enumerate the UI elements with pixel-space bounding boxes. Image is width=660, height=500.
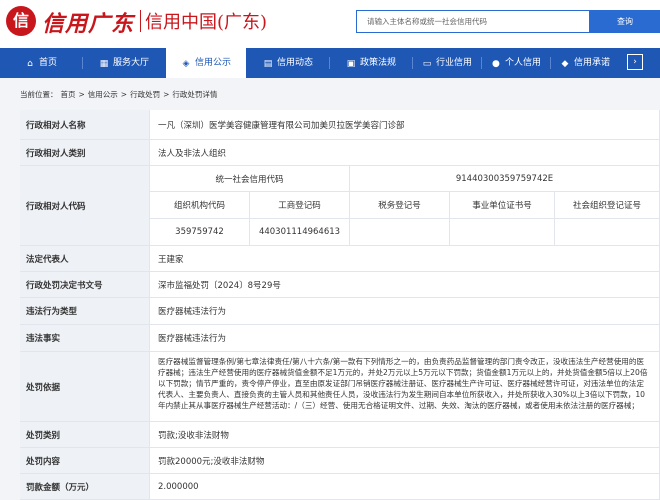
nav-item-label: 首页 [38, 58, 57, 68]
violation-type-value: 医疗器械违法行为 [150, 298, 660, 325]
code-value-business: 440301114964613 [250, 219, 350, 246]
code-header-business: 工商登记码 [250, 192, 350, 219]
nav-item-personal-credit[interactable]: ● 个人信用 [482, 48, 550, 78]
party-code-label: 行政相对人代码 [20, 166, 150, 246]
code-header-social-org: 社会组织登记证号 [555, 192, 660, 219]
megaphone-icon: ◈ [182, 59, 190, 69]
party-type-label: 行政相对人类别 [20, 140, 150, 166]
fine-amount-label: 罚款金额（万元） [20, 474, 150, 500]
breadcrumb-separator: > [120, 90, 128, 99]
nav-item-label: 个人信用 [504, 58, 541, 68]
nav-item-label: 服务大厅 [112, 58, 149, 68]
fine-amount-value: 2.000000 [150, 474, 660, 500]
penalty-basis-label: 处罚依据 [20, 352, 150, 422]
nav-item-label: 行业信用 [435, 58, 472, 68]
uscc-label: 统一社会信用代码 [150, 166, 350, 192]
nav-item-label: 信用承诺 [573, 58, 610, 68]
breadcrumb-item-penalty[interactable]: 行政处罚 [130, 90, 160, 99]
nav-item-home[interactable]: ⌂ 首页 [0, 48, 82, 78]
code-header-org: 组织机构代码 [150, 192, 250, 219]
logo-icon[interactable]: 信 [6, 6, 36, 36]
penalty-detail-table: 行政相对人名称 一凡（深圳）医学美容健康管理有限公司加美贝拉医学美容门诊部 行政… [20, 110, 660, 500]
nav-item-credit-publicity[interactable]: ◈ 信用公示 [166, 48, 246, 78]
document-icon: ▤ [263, 59, 273, 69]
code-value-org: 359759742 [150, 219, 250, 246]
penalty-type-value: 罚款;没收非法财物 [150, 422, 660, 448]
penalty-content-value: 罚款20000元;没收非法财物 [150, 448, 660, 474]
nav-item-industry-credit[interactable]: ▭ 行业信用 [413, 48, 481, 78]
penalty-basis-value: 医疗器械监督管理条例/第七章法律责任/第八十六条/第一款有下列情形之一的，由负责… [150, 352, 660, 422]
penalty-type-label: 处罚类别 [20, 422, 150, 448]
code-header-tax: 税务登记号 [350, 192, 450, 219]
code-header-institution: 事业单位证书号 [450, 192, 555, 219]
doc-number-label: 行政处罚决定书文号 [20, 272, 150, 298]
site-title[interactable]: 信用中国(广东) [145, 8, 267, 34]
legal-rep-value: 王建家 [150, 246, 660, 272]
nav-item-credit-news[interactable]: ▤ 信用动态 [247, 48, 329, 78]
doc-number-value: 深市监福处罚〔2024〕8号29号 [150, 272, 660, 298]
breadcrumb-item-publicity[interactable]: 信用公示 [88, 90, 118, 99]
breadcrumb-separator: > [78, 90, 85, 99]
book-icon: ▣ [346, 59, 356, 69]
home-icon: ⌂ [27, 59, 33, 69]
shield-icon: ◆ [561, 59, 569, 69]
main-nav: ⌂ 首页 ▦ 服务大厅 ◈ 信用公示 ▤ 信用动态 ▣ 政策法规 ▭ 行业信用 ● 个人信用 … [0, 48, 660, 78]
nav-item-label: 政策法规 [359, 58, 396, 68]
party-name-label: 行政相对人名称 [20, 110, 150, 140]
nav-item-label: 信用动态 [276, 58, 313, 68]
computer-icon: ▭ [422, 59, 432, 69]
nav-item-credit-commitment[interactable]: ◆ 信用承诺 [551, 48, 619, 78]
breadcrumb: 当前位置： 首页 > 信用公示 > 行政处罚 > 行政处罚详情 [20, 88, 220, 102]
party-name-value: 一凡（深圳）医学美容健康管理有限公司加美贝拉医学美容门诊部 [150, 110, 660, 140]
penalty-content-label: 处罚内容 [20, 448, 150, 474]
code-value-tax [350, 219, 450, 246]
chevron-right-icon[interactable]: › [627, 54, 643, 70]
violation-fact-value: 医疗器械违法行为 [150, 325, 660, 352]
legal-rep-label: 法定代表人 [20, 246, 150, 272]
breadcrumb-prefix: 当前位置： [20, 90, 58, 99]
violation-type-label: 违法行为类型 [20, 298, 150, 325]
site-header: 信 信用广东 信用中国(广东) 请输入主体名称或统一社会信用代码 查询 [0, 0, 660, 48]
party-type-value: 法人及非法人组织 [150, 140, 660, 166]
grid-icon: ▦ [99, 59, 109, 69]
code-value-social-org [555, 219, 660, 246]
breadcrumb-item-current: 行政处罚详情 [172, 90, 218, 99]
logo-script-text[interactable]: 信用广东 [42, 6, 134, 38]
logo-divider [140, 10, 141, 32]
violation-fact-label: 违法事实 [20, 325, 150, 352]
uscc-value: 91440300359759742E [350, 166, 660, 192]
code-value-institution [450, 219, 555, 246]
nav-item-service-hall[interactable]: ▦ 服务大厅 [83, 48, 165, 78]
search-button[interactable]: 查询 [590, 10, 660, 33]
nav-item-policy[interactable]: ▣ 政策法规 [330, 48, 412, 78]
breadcrumb-separator: > [163, 90, 170, 99]
breadcrumb-item-home[interactable]: 首页 [61, 90, 76, 99]
nav-item-label: 信用公示 [194, 58, 231, 68]
search-input[interactable]: 请输入主体名称或统一社会信用代码 [356, 10, 590, 33]
person-icon: ● [492, 59, 500, 69]
